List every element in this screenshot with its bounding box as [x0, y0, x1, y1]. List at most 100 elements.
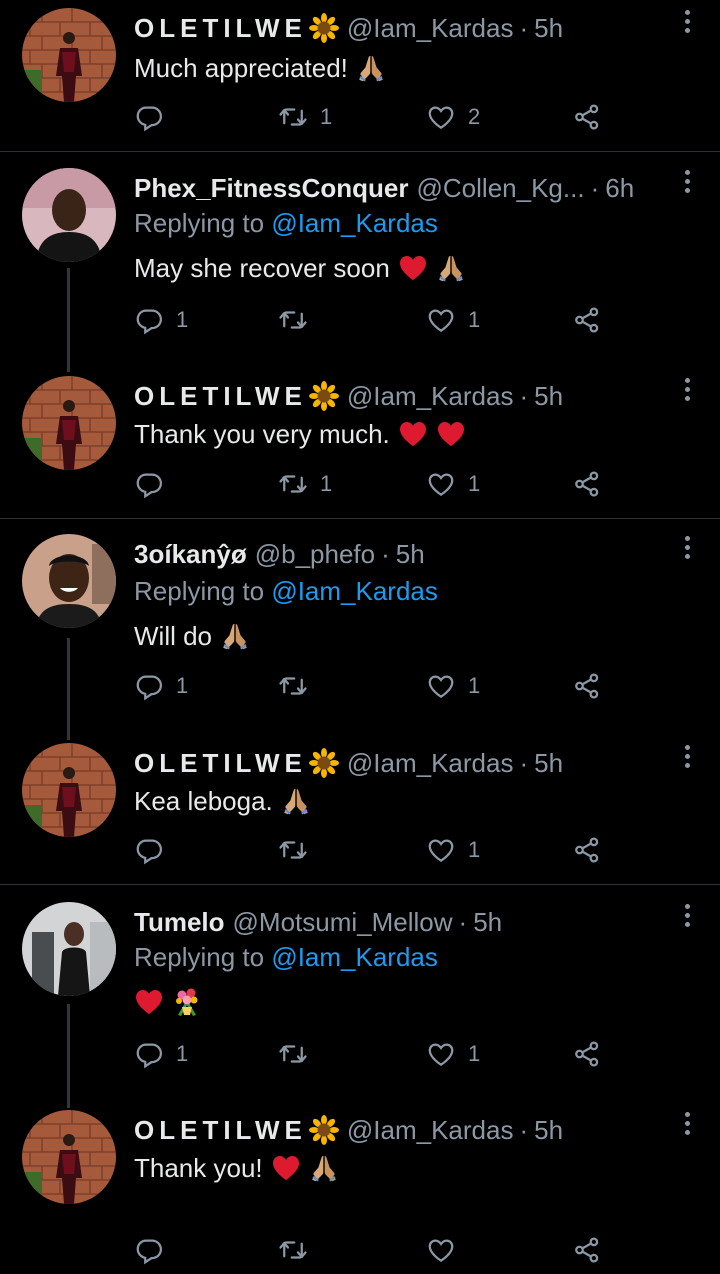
mention-link[interactable]: @Iam_Kardas [271, 576, 438, 606]
display-name[interactable]: Phex_FitnessConquer [134, 173, 409, 204]
tweet-header: OLETILWE @Iam_Kardas · 5h [134, 1110, 563, 1150]
folded-hands-icon [220, 621, 250, 651]
retweet-button[interactable] [278, 666, 320, 706]
timestamp[interactable]: 5h [534, 1115, 563, 1146]
tweet[interactable]: 3oíkanŷø @b_phefo · 5h Replying to @Iam_Kard… [0, 534, 720, 710]
timestamp[interactable]: 5h [534, 13, 563, 44]
user-handle[interactable]: @Motsumi_Mellow [233, 907, 453, 938]
mention-link[interactable]: @Iam_Kardas [271, 942, 438, 972]
like-count: 1 [468, 471, 481, 496]
like-button[interactable]: 1 [426, 830, 480, 870]
user-handle[interactable]: @Iam_Kardas [347, 748, 514, 779]
more-options-icon[interactable] [682, 904, 692, 932]
display-name[interactable]: Tumelo [134, 907, 225, 938]
tweet[interactable]: Phex_FitnessConquer @Collen_Kg... · 6h Reply… [0, 168, 720, 344]
avatar[interactable] [22, 1110, 116, 1204]
share-icon [572, 469, 602, 499]
avatar[interactable] [22, 168, 116, 262]
action-bar: 12 [134, 97, 614, 137]
avatar[interactable] [22, 902, 116, 996]
tweet[interactable]: OLETILWE @Iam_Kardas · 5h Thank you very muc… [0, 376, 720, 508]
reply-button[interactable] [134, 830, 176, 870]
tweet[interactable]: OLETILWE @Iam_Kardas · 5h Thank you! [0, 1110, 720, 1274]
mention-link[interactable]: @Iam_Kardas [271, 208, 438, 238]
avatar[interactable] [22, 376, 116, 470]
share-icon [572, 835, 602, 865]
share-button[interactable] [572, 300, 602, 340]
tweet-text: May she recover soon [134, 248, 466, 288]
like-icon [426, 469, 456, 499]
replying-to-label: Replying to [134, 576, 265, 606]
share-button[interactable] [572, 464, 602, 504]
reply-button[interactable]: 1 [134, 1034, 188, 1074]
more-options-icon[interactable] [682, 10, 692, 38]
like-icon [426, 305, 456, 335]
share-button[interactable] [572, 97, 602, 137]
folded-hands-icon [356, 53, 386, 83]
timestamp[interactable]: 6h [605, 173, 634, 204]
action-bar [134, 1230, 614, 1270]
retweet-button[interactable]: 1 [278, 464, 332, 504]
sunflower-icon [308, 748, 339, 778]
reply-button[interactable] [134, 1230, 176, 1270]
folded-hands-icon [309, 1153, 339, 1183]
retweet-button[interactable] [278, 1034, 320, 1074]
retweet-button[interactable] [278, 830, 320, 870]
display-name[interactable]: OLETILWE [134, 1115, 307, 1146]
timestamp[interactable]: 5h [473, 907, 502, 938]
reply-button[interactable]: 1 [134, 300, 188, 340]
share-button[interactable] [572, 1230, 602, 1270]
display-name[interactable]: OLETILWE [134, 381, 307, 412]
display-name[interactable]: 3oíkanŷø [134, 539, 247, 570]
display-name[interactable]: OLETILWE [134, 13, 307, 44]
timestamp[interactable]: 5h [534, 381, 563, 412]
retweet-count: 1 [320, 471, 333, 496]
retweet-icon [278, 835, 308, 865]
share-button[interactable] [572, 666, 602, 706]
like-button[interactable]: 1 [426, 300, 480, 340]
tweet[interactable]: OLETILWE @Iam_Kardas · 5h Kea leboga. 1 [0, 743, 720, 874]
like-button[interactable]: 1 [426, 1034, 480, 1074]
like-button[interactable]: 1 [426, 666, 480, 706]
tweet-text-content: May she recover soon [134, 252, 390, 283]
user-handle[interactable]: @Iam_Kardas [347, 381, 514, 412]
retweet-button[interactable] [278, 1230, 320, 1270]
tweet[interactable]: OLETILWE @Iam_Kardas · 5h Much appreciated! 1… [0, 8, 720, 141]
share-button[interactable] [572, 1034, 602, 1074]
user-handle[interactable]: @b_phefo [255, 539, 375, 570]
avatar[interactable] [22, 8, 116, 102]
action-bar: 11 [134, 464, 614, 504]
more-options-icon[interactable] [682, 1112, 692, 1140]
display-name[interactable]: OLETILWE [134, 748, 307, 779]
more-options-icon[interactable] [682, 745, 692, 773]
like-button[interactable] [426, 1230, 468, 1270]
reply-count: 1 [176, 673, 189, 698]
like-button[interactable]: 2 [426, 97, 480, 137]
timestamp[interactable]: 5h [396, 539, 425, 570]
user-handle[interactable]: @Iam_Kardas [347, 13, 514, 44]
tweet-text-content: Thank you very much. [134, 418, 390, 449]
like-icon [426, 102, 456, 132]
retweet-button[interactable]: 1 [278, 97, 332, 137]
more-options-icon[interactable] [682, 170, 692, 198]
folded-hands-icon [281, 786, 311, 816]
like-button[interactable]: 1 [426, 464, 480, 504]
share-button[interactable] [572, 830, 602, 870]
reply-button[interactable] [134, 97, 176, 137]
tweet-text-content: Will do [134, 620, 213, 651]
reply-count: 1 [176, 307, 189, 332]
replying-to: Replying to @Iam_Kardas [134, 576, 438, 607]
retweet-button[interactable] [278, 300, 320, 340]
more-options-icon[interactable] [682, 378, 692, 406]
share-icon [572, 1039, 602, 1069]
like-count: 1 [468, 1041, 481, 1066]
timestamp[interactable]: 5h [534, 748, 563, 779]
user-handle[interactable]: @Iam_Kardas [347, 1115, 514, 1146]
more-options-icon[interactable] [682, 536, 692, 564]
reply-button[interactable] [134, 464, 176, 504]
avatar[interactable] [22, 534, 116, 628]
avatar[interactable] [22, 743, 116, 837]
tweet[interactable]: Tumelo @Motsumi_Mellow · 5h Replying to @Iam… [0, 902, 720, 1078]
user-handle[interactable]: @Collen_Kg... [417, 173, 585, 204]
reply-button[interactable]: 1 [134, 666, 188, 706]
